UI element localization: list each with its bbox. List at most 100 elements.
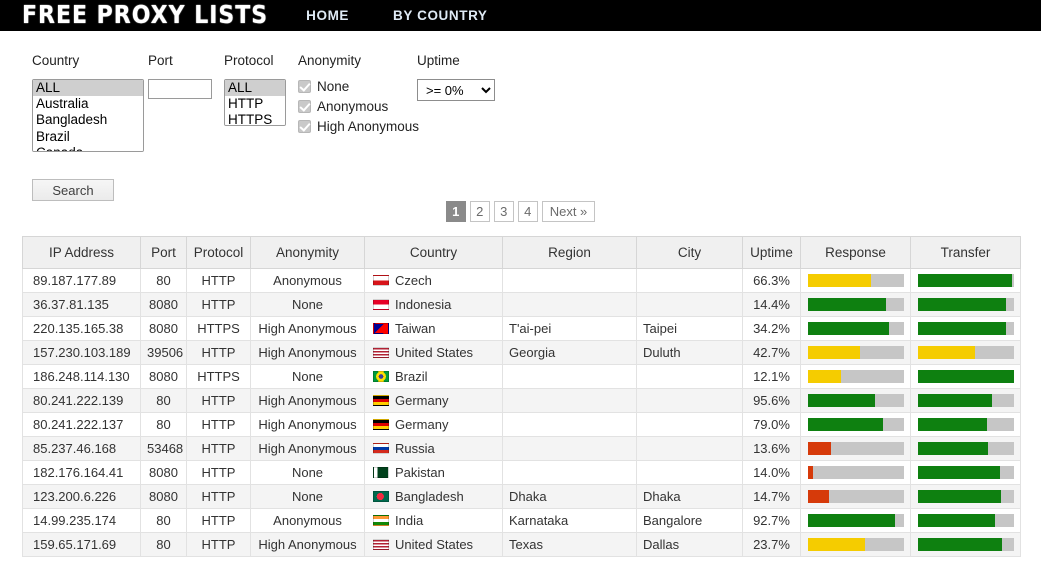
nav-item-by-country[interactable]: BY COUNTRY xyxy=(393,8,488,23)
pagination-next-button[interactable]: Next » xyxy=(541,201,596,222)
cell-response-bar-track xyxy=(807,514,904,527)
country-option[interactable]: Brazil xyxy=(33,129,143,145)
cell-port: 80 xyxy=(140,388,187,413)
pagination-page-2[interactable]: 2 xyxy=(469,201,490,222)
checkbox-checked-icon[interactable] xyxy=(298,80,311,93)
cell-transfer-bar-fill xyxy=(917,514,996,527)
column-header-port[interactable]: Port xyxy=(140,236,187,269)
cell-ip-address: 157.230.103.189 xyxy=(22,340,141,365)
protocol-option[interactable]: ALL xyxy=(225,80,285,96)
uptime-select[interactable]: >= 0% xyxy=(417,79,495,101)
cell-response-bar-track xyxy=(807,538,904,551)
anonymity-checkbox-row[interactable]: High Anonymous xyxy=(298,119,419,134)
cell-transfer-bar-fill xyxy=(917,346,976,359)
cell-ip-address: 159.65.171.69 xyxy=(22,532,141,557)
uptime-filter-group: Uptime >= 0% xyxy=(417,53,495,101)
cell-uptime: 13.6% xyxy=(742,436,801,461)
column-header-anonymity[interactable]: Anonymity xyxy=(250,236,365,269)
flag-bd-icon xyxy=(373,491,389,502)
column-header-country[interactable]: Country xyxy=(364,236,503,269)
table-row: 157.230.103.189 39506 HTTP High Anonymous Un… xyxy=(22,340,1021,365)
column-header-uptime[interactable]: Uptime xyxy=(742,236,801,269)
table-row: 220.135.165.38 8080 HTTPS High Anonymous Tai… xyxy=(22,316,1021,341)
pagination: 1 2 3 4 Next » xyxy=(0,201,1041,222)
cell-anonymity: High Anonymous xyxy=(250,532,365,557)
cell-transfer-bar-fill xyxy=(917,298,1006,311)
cell-region xyxy=(502,364,637,389)
protocol-option[interactable]: HTTPS xyxy=(225,112,285,126)
pagination-page-3[interactable]: 3 xyxy=(493,201,514,222)
protocol-option[interactable]: HTTP xyxy=(225,96,285,112)
cell-transfer-bar xyxy=(910,292,1021,317)
cell-transfer-bar-fill xyxy=(917,466,1001,479)
country-option[interactable]: Canada xyxy=(33,145,143,152)
column-header-ip-address[interactable]: IP Address xyxy=(22,236,141,269)
cell-city xyxy=(636,364,743,389)
cell-port: 8080 xyxy=(140,292,187,317)
column-header-response[interactable]: Response xyxy=(800,236,911,269)
checkbox-checked-icon[interactable] xyxy=(298,120,311,133)
country-name: United States xyxy=(395,537,474,552)
pagination-page-4[interactable]: 4 xyxy=(517,201,538,222)
cell-city: Dallas xyxy=(636,532,743,557)
column-header-city[interactable]: City xyxy=(636,236,743,269)
table-row: 36.37.81.135 8080 HTTP None Indonesia 14.4% xyxy=(22,292,1021,317)
cell-ip-address: 89.187.177.89 xyxy=(22,268,141,293)
cell-port: 80 xyxy=(140,268,187,293)
cell-city: Taipei xyxy=(636,316,743,341)
column-header-protocol[interactable]: Protocol xyxy=(186,236,251,269)
cell-country: Czech xyxy=(364,268,503,293)
port-input[interactable] xyxy=(148,79,212,99)
country-option[interactable]: Bangladesh xyxy=(33,112,143,128)
checkbox-checked-icon[interactable] xyxy=(298,100,311,113)
flag-de-icon xyxy=(373,395,389,406)
proxy-table-body: 89.187.177.89 80 HTTP Anonymous Czech 66.3% 36… xyxy=(22,268,1021,557)
cell-transfer-bar xyxy=(910,460,1021,485)
flag-de-icon xyxy=(373,419,389,430)
filter-panel: Country ALLAustraliaBangladeshBrazilCana… xyxy=(0,31,1041,201)
search-button[interactable]: Search xyxy=(32,179,114,201)
cell-region xyxy=(502,268,637,293)
anonymity-checkbox-row[interactable]: Anonymous xyxy=(298,99,419,114)
cell-response-bar xyxy=(800,388,911,413)
cell-response-bar-track xyxy=(807,370,904,383)
cell-port: 80 xyxy=(140,412,187,437)
cell-uptime: 66.3% xyxy=(742,268,801,293)
cell-uptime: 14.0% xyxy=(742,460,801,485)
country-name: Bangladesh xyxy=(395,489,464,504)
cell-response-bar-fill xyxy=(807,490,829,503)
cell-protocol: HTTP xyxy=(186,412,251,437)
anonymity-checkbox-row[interactable]: None xyxy=(298,79,419,94)
cell-anonymity: Anonymous xyxy=(250,268,365,293)
column-header-transfer[interactable]: Transfer xyxy=(910,236,1021,269)
protocol-select[interactable]: ALLHTTPHTTPS xyxy=(224,79,286,126)
cell-transfer-bar-track xyxy=(917,394,1014,407)
cell-response-bar xyxy=(800,508,911,533)
nav-item-home[interactable]: HOME xyxy=(306,8,349,23)
cell-uptime: 42.7% xyxy=(742,340,801,365)
cell-response-bar-fill xyxy=(807,346,861,359)
protocol-filter-label: Protocol xyxy=(224,53,274,68)
cell-protocol: HTTP xyxy=(186,388,251,413)
cell-protocol: HTTP xyxy=(186,292,251,317)
column-header-region[interactable]: Region xyxy=(502,236,637,269)
cell-region: T'ai-pei xyxy=(502,316,637,341)
country-option[interactable]: ALL xyxy=(33,80,143,96)
cell-transfer-bar xyxy=(910,340,1021,365)
country-name: Czech xyxy=(395,273,432,288)
anonymity-checkbox-label: Anonymous xyxy=(317,99,389,114)
country-option[interactable]: Australia xyxy=(33,96,143,112)
cell-country: Taiwan xyxy=(364,316,503,341)
pagination-page-1[interactable]: 1 xyxy=(445,201,466,222)
cell-country: United States xyxy=(364,340,503,365)
cell-response-bar-fill xyxy=(807,274,871,287)
cell-city xyxy=(636,412,743,437)
cell-response-bar-fill xyxy=(807,442,831,455)
cell-response-bar xyxy=(800,340,911,365)
cell-response-bar-track xyxy=(807,466,904,479)
country-select[interactable]: ALLAustraliaBangladeshBrazilCanada xyxy=(32,79,144,152)
cell-protocol: HTTP xyxy=(186,436,251,461)
cell-response-bar xyxy=(800,292,911,317)
cell-transfer-bar-track xyxy=(917,538,1014,551)
cell-anonymity: None xyxy=(250,484,365,509)
